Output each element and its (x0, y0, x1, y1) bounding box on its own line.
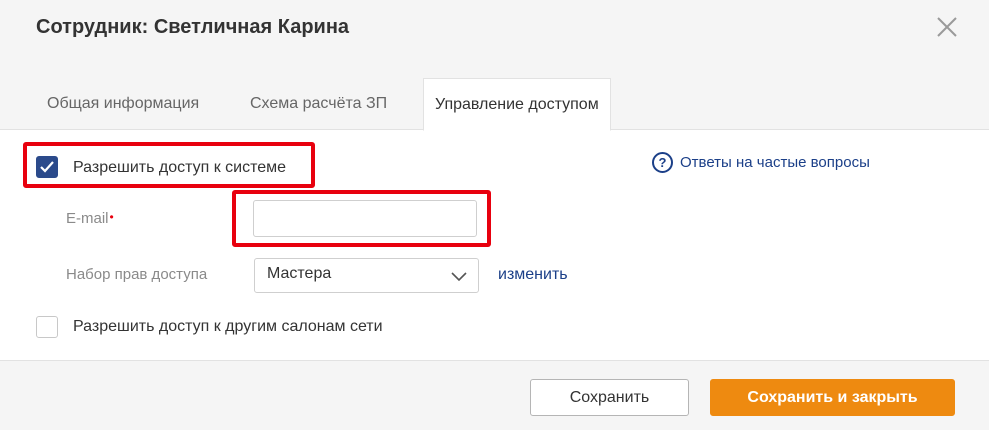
save-button[interactable]: Сохранить (530, 379, 689, 416)
tab-general-info[interactable]: Общая информация (47, 78, 199, 130)
tab-access-management[interactable]: Управление доступом (423, 78, 611, 131)
allow-network-access-label: Разрешить доступ к другим салонам сети (73, 318, 383, 335)
checkmark-icon (40, 161, 54, 173)
email-input[interactable] (253, 200, 477, 237)
close-button[interactable] (934, 14, 960, 40)
email-label: E-mail• (66, 210, 114, 227)
tabs-bar: Общая информация Схема расчёта ЗП Управл… (0, 60, 989, 131)
email-label-text: E-mail (66, 210, 109, 227)
chevron-down-icon (451, 272, 467, 282)
allow-system-access-label: Разрешить доступ к системе (73, 159, 287, 176)
rights-set-select[interactable]: Мастера (254, 258, 479, 293)
question-circle-icon: ? (652, 152, 673, 173)
faq-link-text: Ответы на частые вопросы (680, 154, 870, 171)
tab-salary-scheme[interactable]: Схема расчёта ЗП (250, 78, 387, 130)
required-mark: • (109, 210, 114, 224)
save-and-close-button[interactable]: Сохранить и закрыть (710, 379, 955, 416)
dialog-header: Сотрудник: Светличная Карина (0, 0, 989, 60)
rights-set-value: Мастера (267, 265, 332, 282)
rights-set-label: Набор прав доступа (66, 266, 208, 283)
close-icon (937, 17, 957, 37)
dialog-footer: Сохранить Сохранить и закрыть (0, 360, 989, 430)
dialog-title: Сотрудник: Светличная Карина (36, 16, 350, 38)
change-rights-link[interactable]: изменить (498, 266, 568, 284)
allow-network-access-checkbox[interactable] (36, 316, 58, 338)
allow-system-access-checkbox[interactable] (36, 156, 58, 178)
